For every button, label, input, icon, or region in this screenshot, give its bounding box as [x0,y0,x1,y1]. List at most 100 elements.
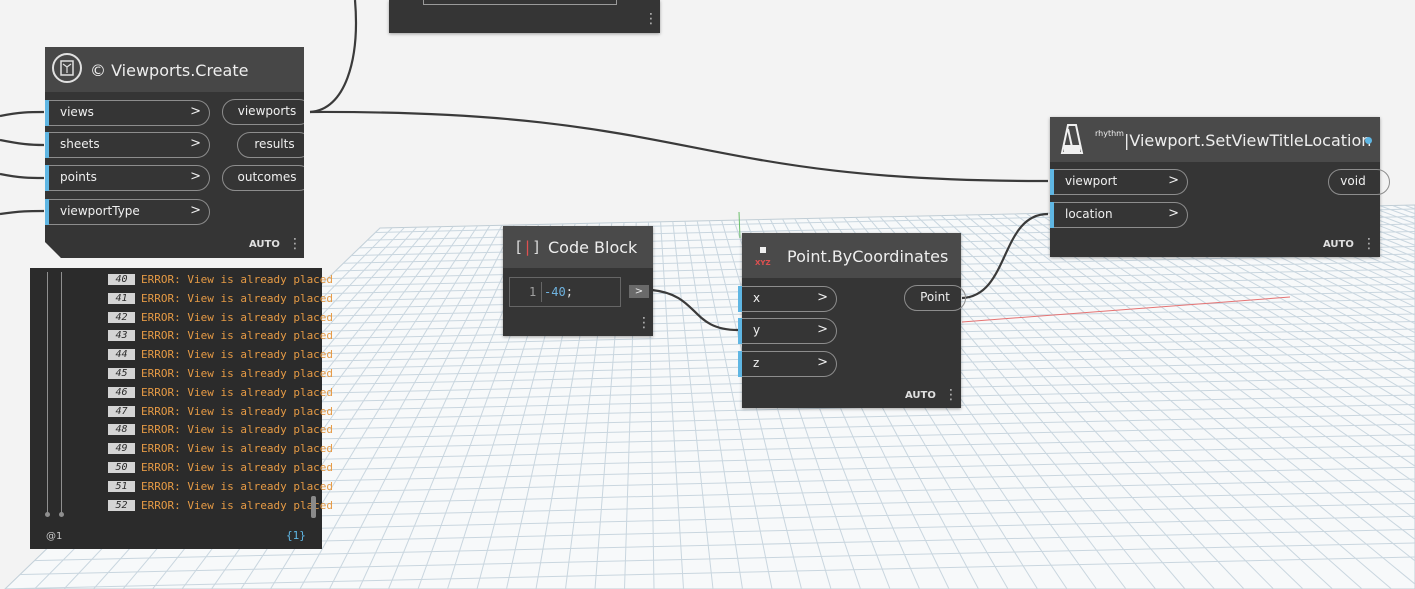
code-block-node[interactable]: [|] Code Block 1 -40; > ⋮ [503,226,653,336]
point-label: Point [920,290,950,304]
list-index: 48 [108,424,135,436]
list-level-label: @1 [46,531,63,542]
list-index: 49 [108,443,135,455]
viewport-label: viewport [1065,174,1118,188]
preview-bubble[interactable]: 40 ERROR: View is already placed 41 ERROR: … [30,268,333,549]
output-port-results[interactable]: results [237,132,312,158]
error-text: ERROR: View is already placed [141,423,334,437]
code-editor[interactable]: 1 -40; [509,277,621,307]
list-item: 44 ERROR: View is already placed [108,346,334,364]
list-item: 45 ERROR: View is already placed [108,365,334,383]
tree-line [47,272,48,514]
list-item: 50 ERROR: View is already placed [108,459,334,477]
viewport-header[interactable]: rhythm|Viewport.SetViewTitleLocation [1050,117,1380,162]
line-divider [541,282,542,302]
y-label: y [753,323,761,337]
lacing-label[interactable]: AUTO [1323,239,1354,250]
wire-viewports-to-viewport [309,110,1049,183]
lacing-label[interactable]: AUTO [249,239,280,250]
error-text: ERROR: View is already placed [141,310,334,324]
node-menu-icon[interactable]: ⋮ [944,388,958,402]
point-title: Point.ByCoordinates [787,247,949,266]
output-port-void[interactable]: void [1328,169,1390,195]
list-index: 47 [108,405,135,417]
tree-dot [45,512,50,517]
node-menu-icon[interactable]: ⋮ [1362,237,1376,251]
z-label: z [753,356,760,370]
list-index: 44 [108,349,135,361]
list-item: 52 ERROR: View is already placed [108,497,334,515]
viewports-create-node[interactable]: © Viewports.Create views > sheets > points… [45,47,304,258]
list-item: 47 ERROR: View is already placed [108,403,334,421]
output-port-outcomes[interactable]: outcomes [222,165,312,191]
input-port-viewport[interactable]: viewport > [1050,169,1188,195]
sheets-label: sheets [60,137,100,151]
point-bycoordinates-node[interactable]: XYZ Point.ByCoordinates x > y > z > Point A… [738,233,966,408]
list-index: 52 [108,499,135,511]
xyz-icon: XYZ [755,245,775,269]
viewporttype-label: viewportType [60,204,140,218]
input-port-location[interactable]: location > [1050,202,1188,228]
input-port-sheets[interactable]: sheets > [49,132,210,158]
list-item: 49 ERROR: View is already placed [108,440,334,458]
list-item: 46 ERROR: View is already placed [108,384,334,402]
chevron-right-icon: > [634,286,644,297]
wire-in-viewporttype [0,209,45,216]
tree-dot [59,512,64,517]
void-label: void [1340,174,1366,188]
results-label: results [254,137,295,151]
error-text: ERROR: View is already placed [141,404,334,418]
wire-in-views [0,110,45,118]
top-node-input-box [423,0,617,5]
input-port-viewporttype[interactable]: viewportType > [49,199,210,225]
line-number: 1 [529,285,537,299]
chevron-right-icon: > [817,290,828,305]
list-index: 46 [108,386,135,398]
wire-top-to-viewports [309,0,357,114]
point-header[interactable]: XYZ Point.ByCoordinates [742,233,961,278]
node-menu-icon[interactable]: ⋮ [637,316,651,330]
error-text: ERROR: View is already placed [141,273,334,286]
chevron-right-icon: > [1168,173,1179,188]
top-partial-node[interactable]: ⋮ [389,0,660,33]
metronome-icon [1060,123,1084,159]
outcomes-label: outcomes [237,170,297,184]
viewports-create-header[interactable]: © Viewports.Create [45,47,304,92]
points-label: points [60,170,97,184]
list-index: 50 [108,462,135,473]
x-label: x [753,291,761,305]
input-port-views[interactable]: views > [49,100,210,126]
top-node-menu-icon[interactable]: ⋮ [644,12,658,26]
list-item: 42 ERROR: View is already placed [108,309,334,327]
chevron-right-icon: > [817,355,828,370]
input-port-x[interactable]: x > [738,286,837,312]
code-block-icon: [|] [514,238,542,256]
chevron-right-icon: > [1168,206,1179,221]
list-item: 41 ERROR: View is already placed [108,290,334,308]
list-index: 45 [108,368,135,379]
tree-line [61,272,62,514]
code-output-port[interactable]: > [629,285,649,298]
viewport-settitlelocation-node[interactable]: rhythm|Viewport.SetViewTitleLocation vie… [1050,117,1390,257]
status-dot-icon [1365,137,1372,144]
input-port-z[interactable]: z > [738,351,837,377]
node-menu-icon[interactable]: ⋮ [288,237,302,251]
views-label: views [60,105,94,119]
list-item: 51 ERROR: View is already placed [108,478,334,496]
code-block-header[interactable]: [|] Code Block [503,226,653,268]
viewports-label: viewports [237,104,297,118]
wire-in-sheets [0,138,45,147]
output-port-point[interactable]: Point [904,285,966,311]
output-port-viewports[interactable]: viewports [222,99,312,125]
scrollbar[interactable] [311,496,316,518]
chevron-right-icon: > [190,104,201,119]
input-port-points[interactable]: points > [49,165,210,191]
lacing-label[interactable]: AUTO [905,390,936,401]
list-item: 40 ERROR: View is already placed [108,271,334,289]
input-port-y[interactable]: y > [738,318,837,344]
grid-line [5,235,27,589]
code-block-title: Code Block [548,238,638,257]
viewport-title-text: |Viewport.SetViewTitleLocation [1123,131,1372,150]
error-text: ERROR: View is already placed [141,498,334,512]
error-text: ERROR: View is already placed [141,348,334,362]
